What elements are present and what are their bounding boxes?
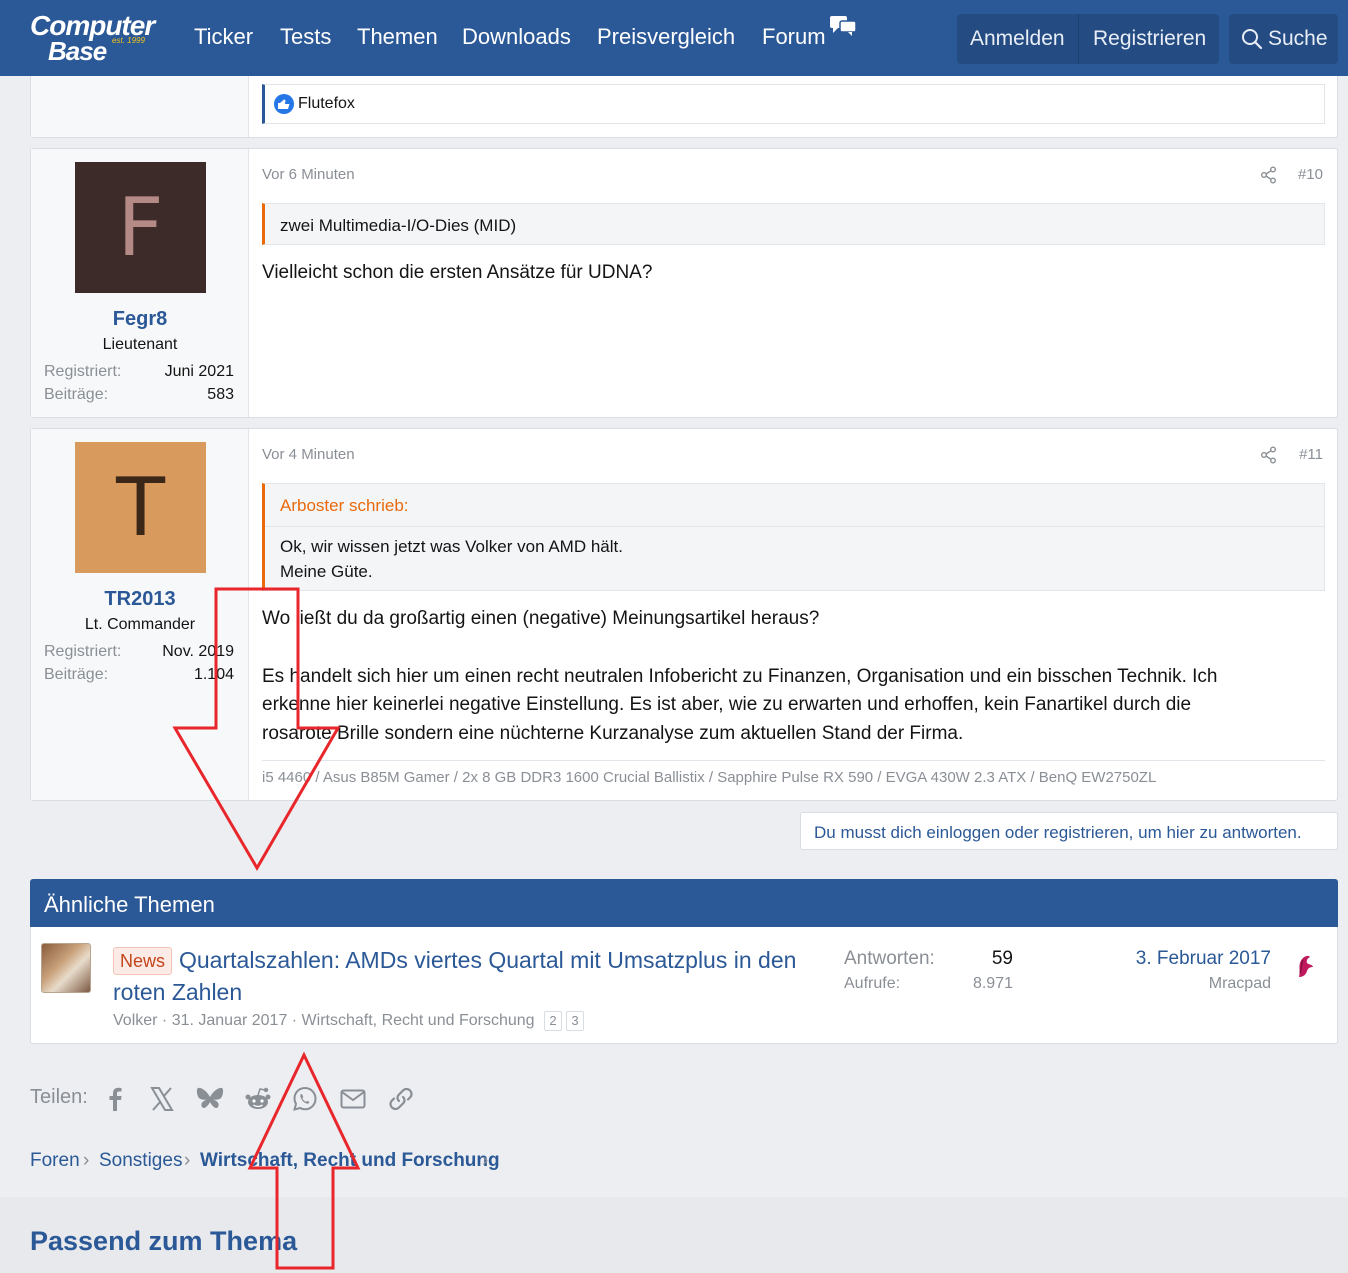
login-button[interactable]: Anmelden <box>970 27 1065 51</box>
email-icon[interactable] <box>338 1084 368 1114</box>
share-label: Teilen: <box>30 1086 88 1108</box>
posts-count-stat: Beiträge: 1.104 <box>44 666 234 684</box>
quote-text: zwei Multimedia-I/O-Dies (MID) <box>280 216 517 235</box>
post-body-line: Wo ließt du da großartig einen (negative… <box>262 608 820 629</box>
signature: i5 4460 / Asus B85M Gamer / 2x 8 GB DDR3… <box>262 769 1157 786</box>
like-icon <box>274 94 294 114</box>
nav-forum[interactable]: Forum <box>762 24 826 50</box>
registered-stat: Registriert: Juni 2021 <box>44 363 234 381</box>
related-heading: Passend zum Thema <box>30 1226 298 1256</box>
divider <box>1078 14 1079 64</box>
similar-threads-title: Ähnliche Themen <box>44 892 215 917</box>
last-poster-avatar[interactable] <box>1289 952 1319 982</box>
user-sidebar: T TR2013 Lt. Commander Registriert: Nov.… <box>31 429 249 800</box>
post-previous: Flutefox <box>30 76 1338 138</box>
auth-button-group: Anmelden Registrieren <box>957 14 1219 64</box>
post-body-line: rosarote Brille sondern eine nüchterne K… <box>262 723 964 744</box>
computerbase-logo[interactable]: Computer Base est. 1999 <box>26 8 166 68</box>
thread-page-link[interactable]: 2 <box>544 1011 562 1031</box>
thread-thumbnail[interactable] <box>41 943 91 993</box>
replies-label: Antworten: <box>844 948 935 969</box>
views-label: Aufrufe: <box>844 975 901 992</box>
post-body-line: erkenne hier keinerlei negative Einstell… <box>262 694 1192 715</box>
post-body-line: Es handelt sich hier um einen recht neut… <box>262 666 1218 687</box>
user-rank: Lieutenant <box>102 336 178 353</box>
nav-tests[interactable]: Tests <box>280 24 331 50</box>
search-label: Suche <box>1268 27 1328 50</box>
quote-block: Arboster schrieb: Ok, wir wissen jetzt w… <box>262 483 1325 591</box>
last-post-date[interactable]: 3. Februar 2017 <box>1136 948 1271 970</box>
nav-downloads[interactable]: Downloads <box>462 24 571 50</box>
x-icon[interactable] <box>147 1084 177 1114</box>
quote-text: Meine Güte. <box>280 562 373 581</box>
reaction-bar[interactable]: Flutefox <box>262 84 1325 124</box>
reddit-icon[interactable] <box>243 1084 273 1114</box>
share-icon[interactable] <box>1260 446 1278 464</box>
share-icon[interactable] <box>1260 166 1278 184</box>
news-badge: News <box>113 947 173 975</box>
quote-text: Ok, wir wissen jetzt was Volker von AMD … <box>280 537 623 556</box>
top-navigation-bar: Computer Base est. 1999 Ticker Tests The… <box>0 0 1348 76</box>
username[interactable]: Fegr8 <box>31 308 249 331</box>
username[interactable]: TR2013 <box>31 588 249 611</box>
chat-bubbles-icon <box>830 16 857 36</box>
login-to-reply-label: Du musst dich einloggen oder registriere… <box>814 823 1302 842</box>
stat-value: 1.104 <box>193 666 234 683</box>
post-10: F Fegr8 Lieutenant Registriert: Juni 202… <box>30 148 1338 418</box>
chevron-right-icon: › <box>83 1150 90 1171</box>
stat-label: Beiträge: <box>44 386 109 403</box>
thread-meta[interactable]: Volker · 31. Januar 2017 · Wirtschaft, R… <box>113 1012 535 1030</box>
last-post-user[interactable]: Mracpad <box>1209 975 1271 993</box>
post-body: Vielleicht schon die ersten Ansätze für … <box>262 262 653 283</box>
breadcrumb-item[interactable]: Sonstiges <box>99 1150 182 1172</box>
user-rank: Lt. Commander <box>84 616 196 633</box>
nav-ticker[interactable]: Ticker <box>194 24 253 50</box>
quote-block: zwei Multimedia-I/O-Dies (MID) <box>262 203 1325 245</box>
register-button[interactable]: Registrieren <box>1093 27 1206 51</box>
thread-page-link[interactable]: 3 <box>566 1011 584 1031</box>
reaction-user[interactable]: Flutefox <box>298 95 355 113</box>
stat-value: Nov. 2019 <box>162 643 234 660</box>
search-button[interactable]: Suche <box>1229 14 1338 64</box>
login-to-reply-button[interactable]: Du musst dich einloggen oder registriere… <box>800 812 1338 850</box>
stat-label: Registriert: <box>44 643 122 660</box>
user-sidebar <box>31 76 249 137</box>
nav-preisvergleich[interactable]: Preisvergleich <box>597 24 735 50</box>
breadcrumb-item[interactable]: Wirtschaft, Recht und Forschung <box>200 1150 500 1172</box>
logo-est: est. 1999 <box>112 36 145 45</box>
similar-threads-block: Ähnliche Themen Quartalszahlen: AMDs vie… <box>30 879 1338 1044</box>
replies-value: 59 <box>991 948 1013 969</box>
link-icon[interactable] <box>386 1084 416 1114</box>
stat-value: 583 <box>207 386 234 403</box>
thread-title[interactable]: Quartalszahlen: AMDs viertes Quartal mit… <box>113 944 813 1008</box>
posts-count-stat: Beiträge: 583 <box>44 386 234 404</box>
views-value: 8.971 <box>972 975 1013 992</box>
quote-author[interactable]: Arboster schrieb: <box>280 496 409 516</box>
whatsapp-icon[interactable] <box>290 1084 320 1114</box>
signature-divider <box>262 760 1325 761</box>
bluesky-icon[interactable] <box>195 1084 225 1114</box>
avatar[interactable]: T <box>75 442 206 573</box>
quote-divider <box>265 526 1324 527</box>
breadcrumb-item[interactable]: Foren <box>30 1150 80 1172</box>
user-sidebar: F Fegr8 Lieutenant Registriert: Juni 202… <box>31 149 249 417</box>
similar-threads-header: Ähnliche Themen <box>30 879 1338 927</box>
post-number[interactable]: #11 <box>1299 446 1323 463</box>
post-number[interactable]: #10 <box>1298 166 1323 183</box>
logo-text: Base <box>48 36 107 66</box>
stat-label: Beiträge: <box>44 666 109 683</box>
post-time[interactable]: Vor 6 Minuten <box>262 166 355 183</box>
avatar[interactable]: F <box>75 162 206 293</box>
search-icon <box>1242 29 1263 50</box>
chevron-right-icon: › <box>184 1150 191 1171</box>
post-time[interactable]: Vor 4 Minuten <box>262 446 355 463</box>
registered-stat: Registriert: Nov. 2019 <box>44 643 234 661</box>
stat-label: Registriert: <box>44 363 122 380</box>
post-11: T TR2013 Lt. Commander Registriert: Nov.… <box>30 428 1338 801</box>
facebook-icon[interactable] <box>100 1084 130 1114</box>
stat-value: Juni 2021 <box>164 363 234 380</box>
chevron-right-icon: › <box>482 1150 489 1171</box>
nav-themen[interactable]: Themen <box>357 24 438 50</box>
